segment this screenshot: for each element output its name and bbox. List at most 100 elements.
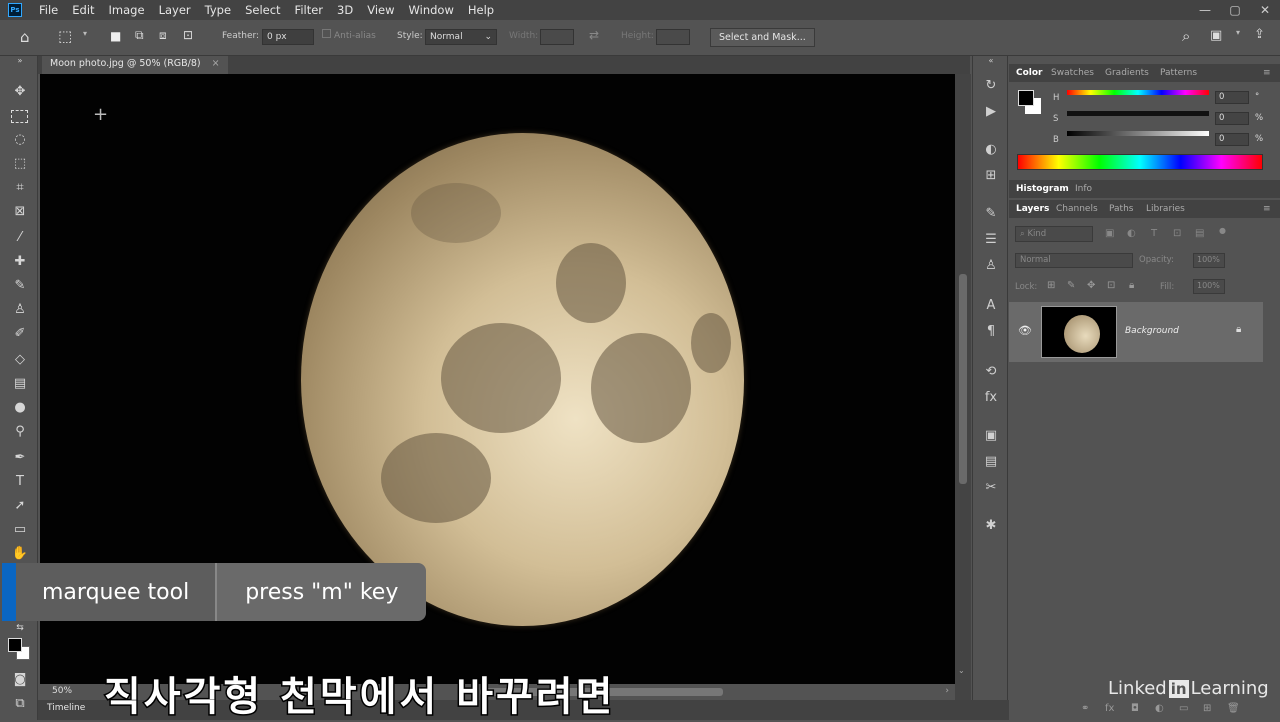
subtract-selection-icon[interactable]: ⧈	[159, 28, 167, 43]
hue-slider[interactable]	[1067, 90, 1209, 95]
tab-layers[interactable]: Layers	[1016, 204, 1049, 214]
eyedropper-tool-icon[interactable]: ⁄	[10, 228, 30, 248]
clone-stamp-tool-icon[interactable]: ♙	[10, 300, 30, 320]
object-selection-tool-icon[interactable]: ⬚	[10, 154, 30, 174]
kind-filter-select[interactable]: ⌕ Kind	[1015, 226, 1093, 242]
lock-position-icon[interactable]: ✥	[1087, 280, 1095, 291]
navigator-icon[interactable]: ✱	[981, 516, 1001, 536]
filter-adjustment-icon[interactable]: ◐	[1127, 228, 1136, 239]
h-value-input[interactable]: 0	[1215, 91, 1249, 104]
blend-mode-select[interactable]: Normal	[1015, 253, 1133, 268]
filter-smart-object-icon[interactable]: ▤	[1195, 228, 1204, 239]
close-button[interactable]: ✕	[1250, 3, 1280, 17]
new-selection-icon[interactable]: ■	[110, 29, 121, 43]
notes-icon[interactable]: ▤	[981, 452, 1001, 472]
menu-help[interactable]: Help	[461, 3, 501, 17]
swap-colors-icon[interactable]: ⇆	[10, 618, 30, 638]
add-mask-icon[interactable]: ◘	[1131, 703, 1139, 714]
tab-paths[interactable]: Paths	[1109, 204, 1133, 214]
menu-view[interactable]: View	[360, 3, 401, 17]
marquee-preset-icon[interactable]: ⬚	[58, 27, 72, 45]
move-tool-icon[interactable]: ✥	[10, 82, 30, 102]
brushes-icon[interactable]: ✎	[981, 204, 1001, 224]
adjustments-icon[interactable]: ◐	[981, 140, 1001, 160]
swap-icon[interactable]: ⇄	[589, 28, 599, 42]
filter-shape-icon[interactable]: ⊡	[1173, 228, 1181, 239]
foreground-color-swatch[interactable]	[1018, 90, 1034, 106]
collapse-icon[interactable]: «	[981, 56, 1001, 66]
lock-all-icon[interactable]: 🔒︎	[1129, 280, 1134, 291]
menu-type[interactable]: Type	[198, 3, 238, 17]
collapse-icon[interactable]: »	[10, 56, 30, 66]
menu-filter[interactable]: Filter	[288, 3, 330, 17]
tab-gradients[interactable]: Gradients	[1105, 68, 1149, 78]
feather-input[interactable]: 0 px	[262, 29, 314, 45]
scroll-down-icon[interactable]: ⌄	[958, 666, 965, 675]
menu-edit[interactable]: Edit	[65, 3, 101, 17]
s-value-input[interactable]: 0	[1215, 112, 1249, 125]
lock-pixels-icon[interactable]: ✎	[1067, 280, 1075, 291]
pen-tool-icon[interactable]: ✒	[10, 448, 30, 468]
document-tab[interactable]: Moon photo.jpg @ 50% (RGB/8) ×	[42, 56, 228, 74]
brightness-slider[interactable]	[1067, 131, 1209, 136]
saturation-slider[interactable]	[1067, 111, 1209, 116]
rectangular-marquee-tool-icon[interactable]	[11, 110, 28, 123]
new-adjustment-icon[interactable]: ◐	[1155, 703, 1164, 714]
tab-info[interactable]: Info	[1075, 184, 1092, 194]
properties-icon[interactable]: ⊞	[981, 166, 1001, 186]
path-selection-tool-icon[interactable]: ➚	[10, 496, 30, 516]
tab-channels[interactable]: Channels	[1056, 204, 1098, 214]
b-value-input[interactable]: 0	[1215, 133, 1249, 146]
menu-image[interactable]: Image	[102, 3, 152, 17]
screen-mode-icon[interactable]: ⧉	[10, 694, 30, 714]
antialias-checkbox[interactable]	[322, 29, 331, 38]
filter-pixel-icon[interactable]: ▣	[1105, 228, 1114, 239]
lock-transparent-icon[interactable]: ⊞	[1047, 280, 1055, 291]
foreground-color-swatch[interactable]	[8, 638, 22, 652]
new-layer-icon[interactable]: ⊞	[1203, 703, 1211, 714]
layer-row-background[interactable]: 👁︎ Background 🔒︎	[1009, 302, 1263, 362]
eraser-tool-icon[interactable]: ◇	[10, 350, 30, 370]
clone-source-icon[interactable]: ♙	[981, 256, 1001, 276]
close-icon[interactable]: ×	[212, 58, 220, 69]
select-and-mask-button[interactable]: Select and Mask...	[710, 28, 815, 47]
link-layers-icon[interactable]: ⚭	[1081, 703, 1089, 714]
layer-style-fx-icon[interactable]: fx	[1105, 703, 1114, 714]
tools-preset-icon[interactable]: ✂	[981, 478, 1001, 498]
sliders-icon[interactable]: ☰	[981, 230, 1001, 250]
color-spectrum-ramp[interactable]	[1017, 154, 1263, 170]
delete-layer-icon[interactable]: 🗑︎	[1227, 703, 1240, 714]
history-icon[interactable]: ↻	[981, 76, 1001, 96]
panel-menu-icon[interactable]: ≡	[1263, 68, 1271, 78]
dodge-tool-icon[interactable]: ⚲	[10, 422, 30, 442]
menu-select[interactable]: Select	[238, 3, 287, 17]
visibility-eye-icon[interactable]: 👁︎	[1018, 324, 1032, 337]
blur-tool-icon[interactable]: ●	[10, 398, 30, 418]
menu-file[interactable]: File	[32, 3, 65, 17]
height-input[interactable]	[656, 29, 690, 45]
chevron-down-icon[interactable]: ▾	[1236, 28, 1240, 37]
lock-artboard-icon[interactable]: ⊡	[1107, 280, 1115, 291]
panel-menu-icon[interactable]: ≡	[1263, 204, 1271, 214]
paragraph-icon[interactable]: ¶	[981, 322, 1001, 342]
gradient-tool-icon[interactable]: ▤	[10, 374, 30, 394]
menu-3d[interactable]: 3D	[330, 3, 360, 17]
opacity-input[interactable]: 100%	[1193, 253, 1225, 268]
width-input[interactable]	[540, 29, 574, 45]
crop-tool-icon[interactable]: ⌗	[10, 178, 30, 198]
scroll-right-icon[interactable]: ›	[945, 686, 949, 696]
type-tool-icon[interactable]: T	[10, 472, 30, 492]
hand-tool-icon[interactable]: ✋	[10, 544, 30, 564]
libraries-icon[interactable]: ▣	[981, 426, 1001, 446]
actions-icon[interactable]: ▶	[981, 102, 1001, 122]
filter-toggle-icon[interactable]: ●	[1219, 226, 1226, 235]
tab-patterns[interactable]: Patterns	[1160, 68, 1197, 78]
menu-window[interactable]: Window	[402, 3, 461, 17]
scrollbar-thumb[interactable]	[959, 274, 967, 484]
timeline-label[interactable]: Timeline	[47, 703, 85, 713]
brush-tool-icon[interactable]: ✎	[10, 276, 30, 296]
workspace-icon[interactable]: ▣	[1210, 28, 1222, 43]
character-icon[interactable]: A	[981, 296, 1001, 316]
search-icon[interactable]: ⌕	[1182, 27, 1190, 45]
filter-type-icon[interactable]: T	[1151, 228, 1157, 239]
